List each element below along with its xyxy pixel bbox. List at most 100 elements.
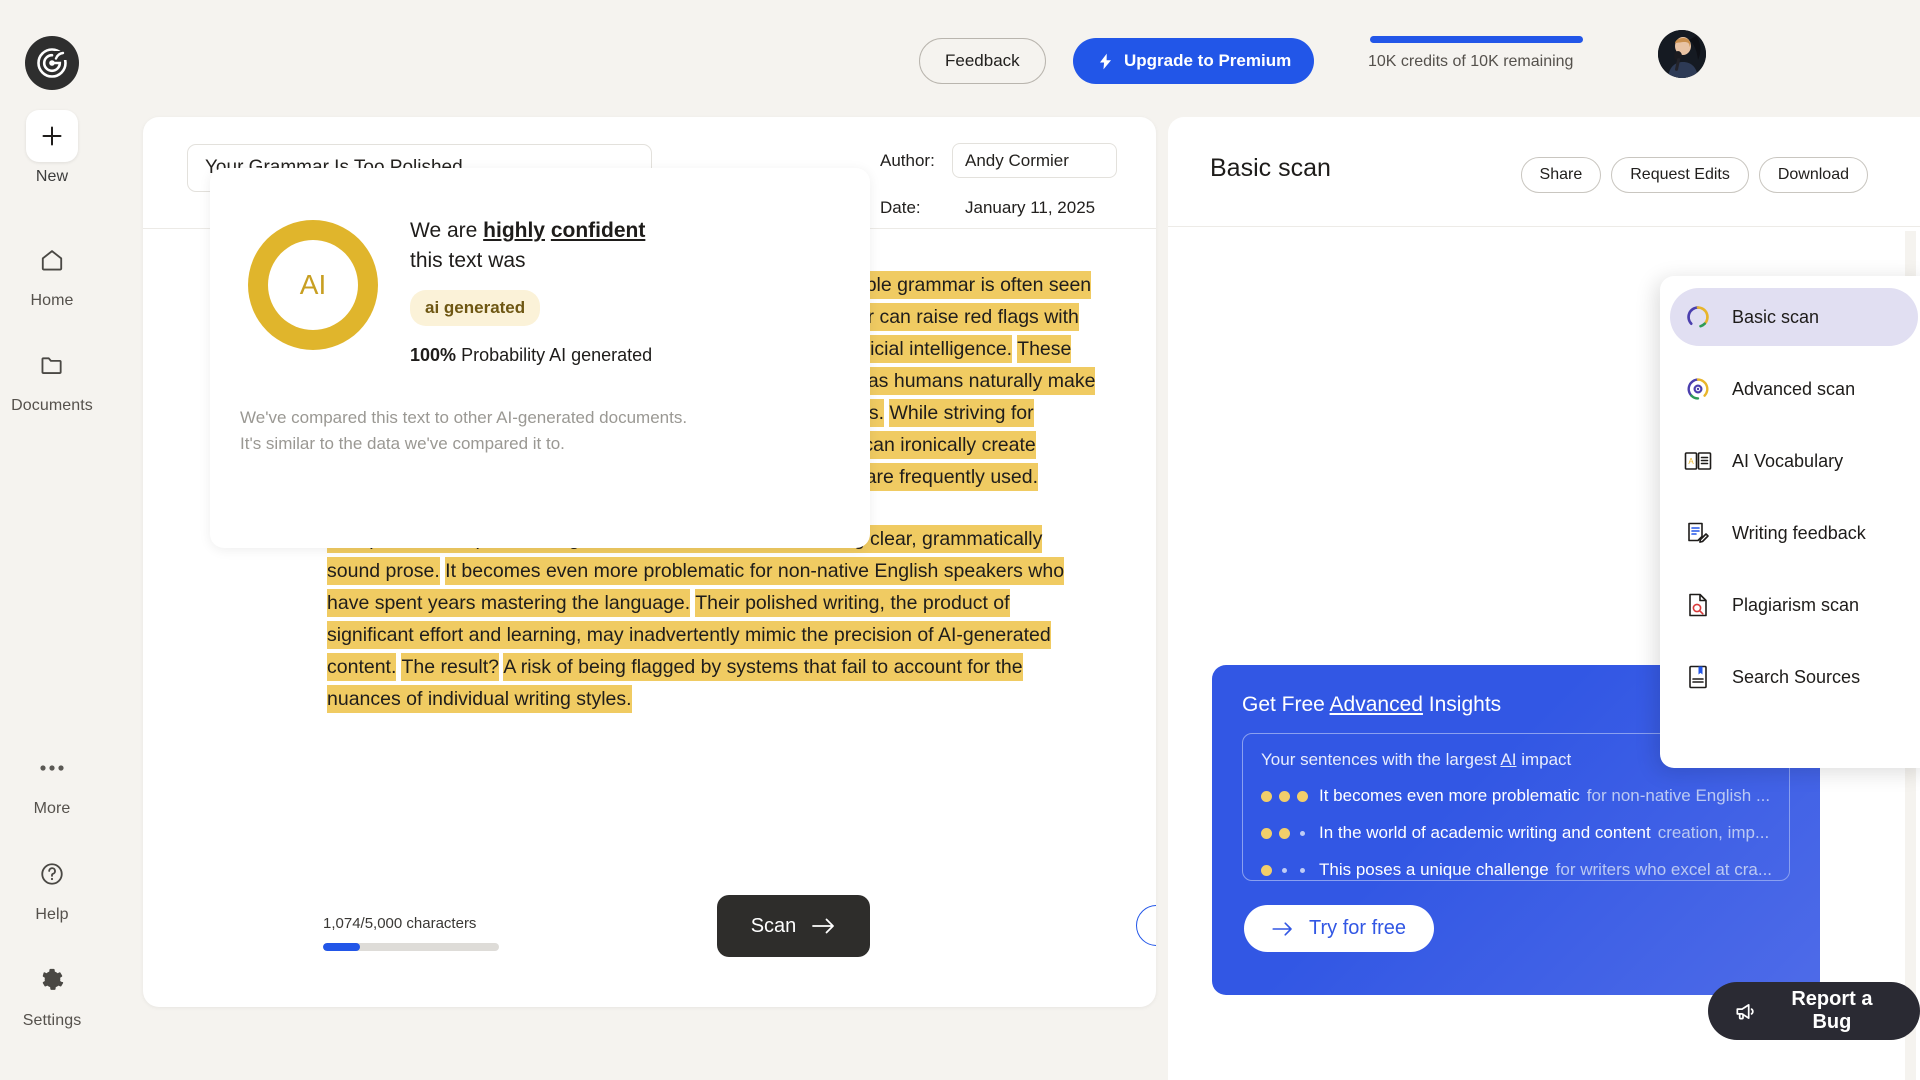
verdict-block: We are highly confident this text was ai… [410,216,850,366]
sidebar-label-home: Home [30,292,74,309]
verdict-bold-2: confident [550,219,646,242]
insight-sentence-faded: for writers who excel at cra... [1555,860,1771,879]
sidebar-label-settings: Settings [22,1012,82,1029]
scan-type-dropdown: Basic scan Advanced scan A AI Vocabulary… [1660,276,1920,768]
insight-row[interactable]: In the world of academic writing and con… [1261,823,1771,843]
impact-dot-empty [1300,867,1305,873]
dropdown-item-basic-scan[interactable]: Basic scan [1670,288,1918,346]
topbar: Feedback Upgrade to Premium 10K credits … [820,0,1920,110]
user-avatar-icon [1658,30,1706,78]
credits-text: 10K credits of 10K remaining [1368,53,1574,70]
insights-title-suffix: Insights [1422,693,1502,716]
insights-subtitle-suffix: impact [1516,750,1572,769]
arrow-right-icon [812,918,835,934]
insights-title-underline: Advanced [1329,693,1423,716]
scan-button[interactable]: Scan [717,895,870,957]
credits-progress-bar [1370,36,1583,43]
dropdown-label-search-sources: Search Sources [1732,666,1861,687]
donut-center-label: AI [268,240,358,330]
dropdown-item-advanced-scan[interactable]: Advanced scan [1670,360,1918,418]
sidebar-label-new: New [35,168,69,185]
folder-icon [26,339,78,391]
plus-icon [26,110,78,162]
try-for-free-label: Try for free [1309,917,1407,939]
highlighted-sentence[interactable]: The result? [401,653,500,681]
scan-ring-icon [1684,303,1712,331]
dropdown-label-basic-scan: Basic scan [1732,306,1820,327]
impact-dot-filled [1297,790,1308,802]
dropdown-spacer [1660,562,1920,576]
paragraph-2: This poses a unique challenge for writer… [327,523,1100,715]
feedback-button[interactable]: Feedback [919,38,1046,84]
insight-sentence-strong: In the world of academic writing and con… [1319,823,1651,842]
sidebar-item-home[interactable]: Home [0,234,104,310]
insight-row[interactable]: This poses a unique challenge for writer… [1261,860,1771,880]
sidebar: New Home Documents More Help Settings [0,110,104,1029]
author-label: Author: [880,150,935,170]
bookmark-document-icon [1684,663,1712,691]
sidebar-item-documents[interactable]: Documents [0,339,104,415]
insight-sentence-faded: for non-native English ... [1586,786,1771,805]
dropdown-spacer [1660,346,1920,360]
sidebar-item-settings[interactable]: Settings [0,954,104,1030]
impact-dot-filled [1261,864,1272,876]
avatar[interactable] [1658,30,1706,78]
dropdown-item-ai-vocabulary[interactable]: A AI Vocabulary [1670,432,1918,490]
sidebar-item-help[interactable]: Help [0,848,104,924]
try-for-free-button[interactable]: Try for free [1244,905,1435,952]
sidebar-item-new[interactable]: New [0,110,104,186]
ai-probability-donut: AI [248,220,378,350]
dropdown-spacer [1660,634,1920,648]
download-button[interactable]: Download [1758,157,1868,193]
insight-sentence-faded: creation, imp... [1657,823,1770,842]
sidebar-label-documents: Documents [11,397,93,414]
insights-subtitle-underline: AI [1500,750,1517,769]
scan-panel-actions: Share Request Edits Download [1520,157,1868,193]
dropdown-label-writing-feedback: Writing feedback [1732,522,1866,543]
vocabulary-book-icon: A [1684,447,1712,475]
lightning-bolt-icon [1099,53,1112,69]
sidebar-label-more: More [33,800,71,817]
probability-line: 100% Probability AI generated [410,345,850,366]
credits-indicator: 10K credits of 10K remaining [1368,36,1638,71]
insights-title: Get Free Advanced Insights [1242,693,1501,717]
upgrade-scan-button[interactable]: Upgrade Scan [1136,905,1156,946]
dropdown-label-advanced-scan: Advanced scan [1732,378,1856,399]
insights-title-prefix: Get Free [1242,693,1330,716]
probability-label: Probability AI generated [461,345,653,365]
dropdown-item-plagiarism-scan[interactable]: Plagiarism scan [1670,576,1918,634]
author-input[interactable] [952,143,1117,178]
ai-result-card: AI We are highly confident this text was… [210,168,870,548]
app-logo[interactable] [25,36,79,90]
dropdown-spacer [1660,490,1920,504]
report-a-bug-label: Report a Bug [1791,988,1873,1033]
verdict-suffix: this text was [410,249,526,272]
impact-dot-filled [1261,790,1272,802]
spiral-target-logo-icon [37,48,67,78]
character-progress-fill [323,943,360,951]
impact-dot-empty [1300,830,1305,836]
request-edits-button[interactable]: Request Edits [1611,157,1749,193]
report-a-bug-button[interactable]: Report a Bug [1708,982,1920,1040]
share-button[interactable]: Share [1520,157,1602,193]
sidebar-item-more[interactable]: More [0,742,104,818]
impact-dot-filled [1279,790,1290,802]
status-badge: ai generated [410,290,541,326]
scan-button-label: Scan [750,914,797,937]
verdict-bold-1: highly [483,219,545,242]
insight-row[interactable]: It becomes even more problematic for non… [1261,786,1771,806]
impact-dot-empty [1282,867,1287,873]
verdict-text: We are highly confident this text was [410,216,850,276]
document-magnifier-icon [1684,591,1712,619]
dropdown-label-plagiarism-scan: Plagiarism scan [1732,594,1860,615]
upgrade-to-premium-button[interactable]: Upgrade to Premium [1073,38,1315,84]
megaphone-icon [1736,1003,1754,1019]
dropdown-item-search-sources[interactable]: Search Sources [1670,648,1918,706]
dropdown-item-writing-feedback[interactable]: Writing feedback [1670,504,1918,562]
date-value[interactable]: January 11, 2025 [952,198,1095,218]
scan-panel-title: Basic scan [1210,154,1331,182]
svg-text:A: A [1688,457,1694,466]
impact-dot-filled [1279,827,1290,839]
home-icon [26,234,78,286]
impact-dot-filled [1261,827,1272,839]
